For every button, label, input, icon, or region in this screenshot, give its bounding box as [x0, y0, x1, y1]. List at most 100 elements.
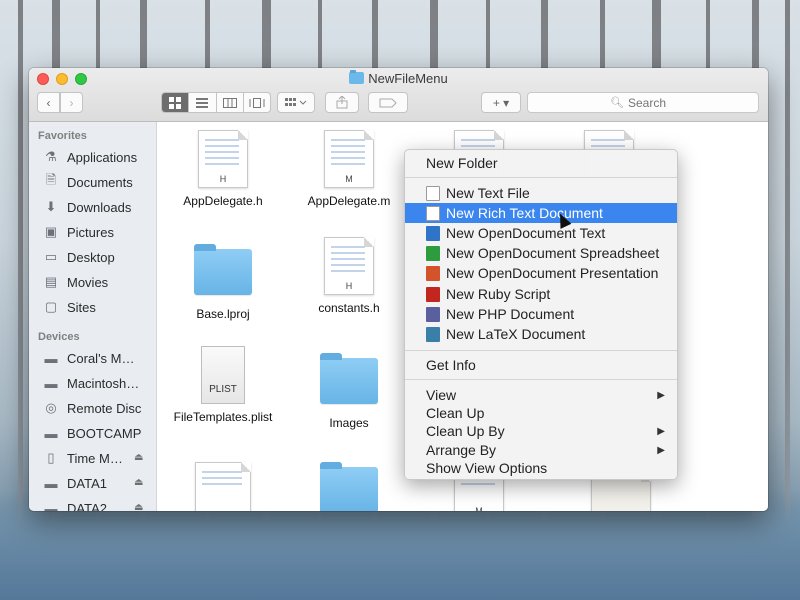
remote-disc-icon: ◎: [45, 400, 57, 415]
menu-item-new-opendocument-presentation[interactable]: New OpenDocument Presentation: [405, 263, 677, 283]
sidebar-item-movies[interactable]: ▤ Movies: [43, 272, 108, 292]
arrange-button[interactable]: [277, 92, 315, 113]
folder-icon: [320, 353, 378, 404]
column-view-button[interactable]: [217, 93, 244, 112]
file-type-letter: H: [219, 174, 227, 184]
folder-item[interactable]: Images: [289, 353, 409, 430]
latex-icon: [426, 326, 440, 342]
desktop-icon: ▭: [44, 249, 58, 264]
menu-item-label: New PHP Document: [446, 306, 575, 322]
menu-item-clean-up[interactable]: Clean Up: [405, 403, 677, 423]
folder-item[interactable]: Base.lproj: [163, 244, 283, 321]
menu-separator: [405, 379, 677, 380]
odt-icon: [426, 225, 440, 241]
sidebar-item-applications[interactable]: ⚗ Applications: [43, 147, 137, 167]
sidebar-item-data2[interactable]: ▬ DATA2: [43, 498, 107, 512]
file-item[interactable]: H constants.h: [289, 237, 409, 315]
icon-view-button[interactable]: [162, 93, 190, 112]
menu-item-new-ruby-script[interactable]: New Ruby Script: [405, 284, 677, 304]
file-type-letter: M: [345, 174, 353, 184]
menu-item-clean-up-by[interactable]: Clean Up By ▶: [405, 421, 677, 441]
eject-icon[interactable]: ⏏: [134, 452, 143, 463]
menu-item-new-php-document[interactable]: New PHP Document: [405, 304, 677, 324]
eject-icon[interactable]: ⏏: [134, 502, 143, 511]
file-name: AppDelegate.m: [307, 194, 391, 208]
menu-item-show-view-options[interactable]: Show View Options: [405, 458, 677, 478]
pictures-icon: ▣: [44, 224, 58, 239]
submenu-arrow-icon: ▶: [657, 444, 665, 456]
computer-icon: ▬: [44, 350, 58, 366]
menu-item-label: New Folder: [426, 155, 498, 171]
document-icon: [195, 462, 251, 511]
chevron-left-icon: ‹: [46, 95, 51, 110]
sidebar-item-label: Coral's M…: [67, 350, 135, 366]
cover-flow-button[interactable]: [244, 93, 270, 112]
menu-item-label: Clean Up: [426, 405, 485, 421]
sidebar-item-pictures[interactable]: ▣ Pictures: [43, 222, 114, 242]
sidebar-item-computer[interactable]: ▬ Coral's M…: [43, 348, 135, 368]
list-view-button[interactable]: [189, 93, 217, 112]
sidebar-item-remote-disc[interactable]: ◎ Remote Disc: [43, 398, 141, 418]
share-button[interactable]: [325, 92, 359, 113]
menu-item-label: New OpenDocument Text: [446, 225, 606, 241]
file-name: constants.h: [318, 301, 380, 315]
sidebar-item-label: Macintosh…: [67, 375, 140, 391]
downloads-icon: ⬇︎: [45, 199, 57, 214]
file-type-letter: H: [345, 281, 353, 291]
back-button[interactable]: ‹: [37, 92, 60, 113]
menu-item-arrange-by[interactable]: Arrange By ▶: [405, 440, 677, 460]
menu-item-new-opendocument-spreadsheet[interactable]: New OpenDocument Spreadsheet: [405, 243, 677, 263]
search-field[interactable]: 🔍︎: [527, 92, 759, 113]
sidebar-item-label: DATA2: [67, 500, 107, 512]
titlebar: NewFileMenu ‹ › + ▾ 🔍︎ Search: [29, 68, 768, 122]
odp-icon: [426, 265, 440, 281]
folder-item-partial[interactable]: [289, 462, 409, 511]
window-title: NewFileMenu: [29, 70, 768, 86]
sidebar-item-downloads[interactable]: ⬇︎ Downloads: [43, 197, 132, 217]
sidebar-item-desktop[interactable]: ▭ Desktop: [43, 247, 115, 267]
forward-button[interactable]: ›: [60, 92, 83, 113]
menu-item-view[interactable]: View ▶: [405, 385, 677, 405]
plus-icon: + ▾: [492, 95, 510, 110]
file-item[interactable]: M AppDelegate.m: [289, 130, 409, 208]
columns-icon: [222, 97, 237, 108]
file-item[interactable]: H AppDelegate.h: [163, 130, 283, 208]
view-mode-group: [161, 92, 271, 113]
menu-item-new-latex-document[interactable]: New LaTeX Document: [405, 324, 677, 344]
sidebar: Favorites ⚗ Applications 🗎︎ Documents ⬇︎ Do…: [29, 122, 157, 511]
time-machine-icon: ▯: [47, 450, 55, 465]
sidebar-item-sites[interactable]: ▢ Sites: [43, 297, 96, 317]
movies-icon: ▤: [44, 274, 58, 289]
new-item-button[interactable]: + ▾: [481, 92, 521, 113]
sidebar-item-time-machine[interactable]: ▯ Time M…: [43, 448, 122, 468]
menu-item-new-text-file[interactable]: New Text File: [405, 183, 677, 203]
sidebar-item-label: Downloads: [67, 199, 132, 215]
header-file-icon: H: [324, 237, 374, 295]
sites-icon: ▢: [44, 299, 58, 314]
plist-badge: PLIST: [209, 384, 237, 395]
file-item[interactable]: PLIST FileTemplates.plist: [163, 346, 283, 424]
file-item-partial[interactable]: [163, 462, 283, 511]
sidebar-item-documents[interactable]: 🗎︎ Documents: [43, 172, 133, 192]
menu-item-new-folder[interactable]: New Folder: [405, 153, 677, 173]
search-icon: 🔍︎: [610, 97, 624, 109]
submenu-arrow-icon: ▶: [657, 389, 665, 401]
menu-item-get-info[interactable]: Get Info: [405, 355, 677, 375]
sidebar-item-data1[interactable]: ▬ DATA1: [43, 473, 107, 493]
grid-icon: [169, 96, 182, 109]
sidebar-item-bootcamp[interactable]: ▬ BOOTCAMP: [43, 423, 142, 443]
menu-separator: [405, 350, 677, 351]
menu-item-label: Show View Options: [426, 460, 548, 476]
sidebar-item-macintosh[interactable]: ▬ Macintosh…: [43, 373, 140, 393]
menu-item-new-rich-text-document[interactable]: New Rich Text Document: [405, 203, 677, 223]
php-icon: [426, 306, 440, 322]
menu-item-label: View: [426, 387, 457, 403]
tag-button[interactable]: [368, 92, 408, 113]
menu-item-new-opendocument-text[interactable]: New OpenDocument Text: [405, 223, 677, 243]
applications-icon: ⚗: [45, 149, 57, 164]
sidebar-item-label: Applications: [67, 149, 138, 165]
eject-icon[interactable]: ⏏: [134, 477, 143, 488]
search-input[interactable]: [627, 95, 676, 110]
menu-item-label: Clean Up By: [426, 423, 505, 439]
menu-item-label: New Rich Text Document: [446, 205, 603, 221]
